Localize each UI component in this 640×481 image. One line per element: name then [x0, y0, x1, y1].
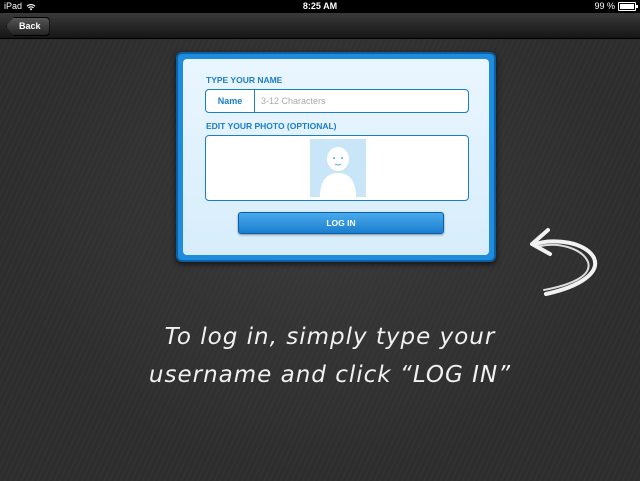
instructions-line-2: username and click “LOG IN”: [148, 362, 512, 388]
photo-box[interactable]: [205, 135, 469, 201]
chalk-arrow-icon: [530, 228, 598, 296]
login-panel-inner: TYPE YOUR NAME Name EDIT YOUR PHOTO (OPT…: [183, 59, 489, 255]
battery-icon: [618, 2, 638, 11]
name-section-title: TYPE YOUR NAME: [206, 75, 283, 85]
navigation-bar: Back: [0, 13, 640, 39]
status-time: 8:25 AM: [302, 1, 338, 11]
battery-group: 99 %: [594, 0, 638, 13]
status-bar: iPad 8:25 AM 99 %: [0, 0, 640, 13]
name-input[interactable]: [255, 90, 468, 112]
avatar-placeholder-icon[interactable]: [310, 139, 366, 197]
instructions-text: To log in, simply type your username and…: [130, 318, 530, 394]
name-row: Name: [205, 89, 469, 113]
name-label: Name: [206, 90, 255, 112]
back-button[interactable]: Back: [6, 17, 50, 36]
login-button[interactable]: LOG IN: [238, 212, 444, 234]
login-panel: TYPE YOUR NAME Name EDIT YOUR PHOTO (OPT…: [176, 52, 496, 262]
battery-fill: [620, 4, 634, 9]
instructions-line-1: To log in, simply type your: [164, 324, 496, 350]
battery-percent: 99 %: [594, 1, 615, 11]
photo-section-title: EDIT YOUR PHOTO (OPTIONAL): [206, 121, 337, 131]
